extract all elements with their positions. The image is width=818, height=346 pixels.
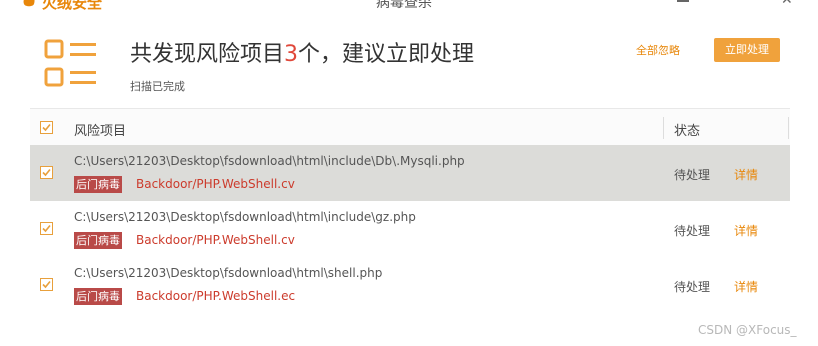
row-checkbox[interactable] [40, 222, 53, 235]
headline-suffix: 个，建议立即处理 [298, 42, 475, 67]
status-text: 待处理 [674, 280, 711, 294]
file-path: C:\Users\21203\Desktop\fsdownload\html\s… [74, 266, 383, 280]
handle-now-button[interactable]: 立即处理 [714, 38, 780, 62]
column-header-risk: 风险项目 [74, 124, 127, 139]
ignore-all-button[interactable]: 全部忽略 [636, 42, 680, 58]
table-row[interactable]: C:\Users\21203\Desktop\fsdownload\html\i… [30, 145, 790, 201]
headline-prefix: 共发现风险项目 [130, 42, 285, 67]
details-link[interactable]: 详情 [734, 222, 758, 239]
virus-name: Backdoor/PHP.WebShell.cv [136, 177, 295, 191]
status-text: 待处理 [674, 168, 711, 182]
threat-type-badge: 后门病毒 [74, 288, 122, 305]
scan-status-text: 扫描已完成 [130, 80, 185, 93]
table-row[interactable]: C:\Users\21203\Desktop\fsdownload\html\s… [30, 257, 790, 313]
row-checkbox[interactable] [40, 166, 53, 179]
select-all-checkbox[interactable] [40, 121, 53, 134]
scan-result-headline: 共发现风险项目3个，建议立即处理 [130, 36, 474, 68]
virus-name: Backdoor/PHP.WebShell.ec [136, 289, 296, 303]
checkbox-checked-icon [42, 280, 51, 289]
threat-type-badge: 后门病毒 [74, 232, 122, 249]
app-name: 火绒安全 [42, 0, 103, 12]
risk-count: 3 [284, 42, 299, 67]
row-checkbox[interactable] [40, 278, 53, 291]
list-icon [44, 39, 96, 87]
details-link[interactable]: 详情 [734, 166, 758, 183]
minimize-button[interactable] [677, 0, 689, 2]
checkbox-checked-icon [42, 123, 51, 132]
checkbox-checked-icon [42, 224, 51, 233]
threat-type-badge: 后门病毒 [74, 176, 122, 193]
column-divider [788, 117, 789, 139]
flame-logo-icon [23, 0, 35, 7]
virus-name: Backdoor/PHP.WebShell.cv [136, 233, 295, 247]
details-link[interactable]: 详情 [734, 278, 758, 295]
file-path: C:\Users\21203\Desktop\fsdownload\html\i… [74, 210, 416, 224]
close-button[interactable]: ✕ [781, 0, 793, 8]
title-bar: 火绒安全 病毒查杀 ✕ [0, 0, 818, 12]
table-row[interactable]: C:\Users\21203\Desktop\fsdownload\html\i… [30, 201, 790, 257]
watermark-text: CSDN @XFocus_ [698, 323, 797, 337]
table-header: 风险项目 状态 [30, 108, 790, 147]
file-path: C:\Users\21203\Desktop\fsdownload\html\i… [74, 154, 465, 168]
column-header-status: 状态 [674, 124, 701, 139]
column-divider [663, 117, 664, 139]
checkbox-checked-icon [42, 168, 51, 177]
status-text: 待处理 [674, 224, 711, 238]
window-title: 病毒查杀 [376, 0, 432, 11]
